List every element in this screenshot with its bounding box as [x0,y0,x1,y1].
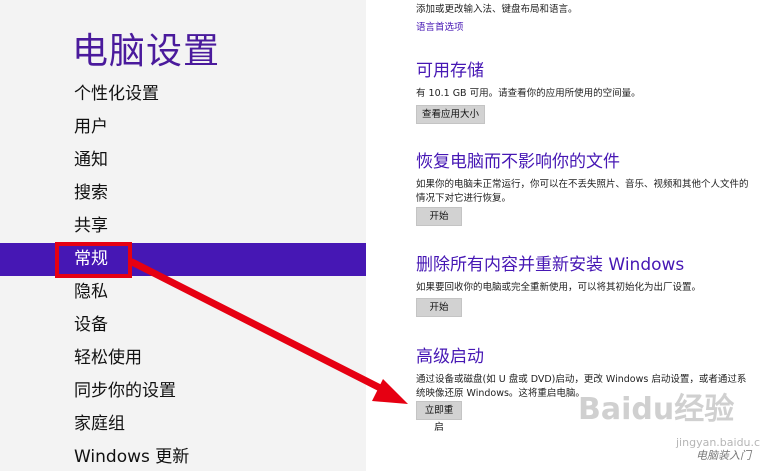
sidebar-item-general[interactable]: 常规 [0,243,366,276]
settings-content: 添加或更改输入法、键盘布局和语言。 语言首选项 可用存储 有 10.1 GB 可… [366,0,760,471]
sidebar-item-label: 通知 [74,150,108,170]
sidebar-item-share[interactable]: 共享 [0,210,366,243]
sidebar-item-label: 轻松使用 [74,348,142,368]
refresh-start-button[interactable]: 开始 [416,207,462,226]
sidebar-item-label: 常规 [74,249,108,269]
storage-description: 有 10.1 GB 可用。请查看你的应用所使用的空间量。 [416,88,641,99]
reset-section-title: 删除所有内容并重新安装 Windows [416,255,685,275]
reset-start-button[interactable]: 开始 [416,298,462,317]
sidebar-item-homegroup[interactable]: 家庭组 [0,408,366,441]
sidebar-item-label: 同步你的设置 [74,381,176,401]
sidebar-item-label: 隐私 [74,282,108,302]
page-title: 电脑设置 [72,31,221,72]
sidebar-item-personalize[interactable]: 个性化设置 [0,78,366,111]
refresh-section-title: 恢复电脑而不影响你的文件 [416,152,620,172]
language-preferences-link[interactable]: 语言首选项 [416,19,464,33]
sidebar-item-label: 共享 [74,216,108,236]
advanced-startup-title: 高级启动 [416,347,484,367]
restart-now-button[interactable]: 立即重启 [416,401,462,433]
refresh-description: 如果你的电脑未正常运行，你可以在不丢失照片、音乐、视频和其他个人文件的情况下对它… [416,179,749,204]
advanced-startup-description: 通过设备或磁盘(如 U 盘或 DVD)启动，更改 Windows 启动设置，或者… [416,374,747,399]
sidebar-item-label: 搜索 [74,183,108,203]
sidebar-item-notifications[interactable]: 通知 [0,144,366,177]
reset-description: 如果要回收你的电脑或完全重新使用，可以将其初始化为出厂设置。 [416,282,702,293]
sidebar-item-devices[interactable]: 设备 [0,309,366,342]
sidebar-item-label: 家庭组 [74,414,125,434]
sidebar-item-search[interactable]: 搜索 [0,177,366,210]
sidebar-item-label: Windows 更新 [74,447,190,467]
sidebar-item-windows-update[interactable]: Windows 更新 [0,441,366,474]
sidebar-item-label: 用户 [74,117,108,137]
sidebar: 电脑设置 个性化设置 用户 通知 搜索 共享 常规 隐私 设备 轻松使用 同步你… [0,0,366,471]
storage-section-title: 可用存储 [416,61,484,81]
view-app-sizes-button[interactable]: 查看应用大小 [416,105,486,124]
sidebar-item-ease-of-access[interactable]: 轻松使用 [0,342,366,375]
sidebar-item-sync-settings[interactable]: 同步你的设置 [0,375,366,408]
sidebar-item-users[interactable]: 用户 [0,111,366,144]
sidebar-item-label: 个性化设置 [74,84,159,104]
sidebar-item-privacy[interactable]: 隐私 [0,276,366,309]
language-description: 添加或更改输入法、键盘布局和语言。 [416,4,578,15]
sidebar-item-label: 设备 [74,315,108,335]
